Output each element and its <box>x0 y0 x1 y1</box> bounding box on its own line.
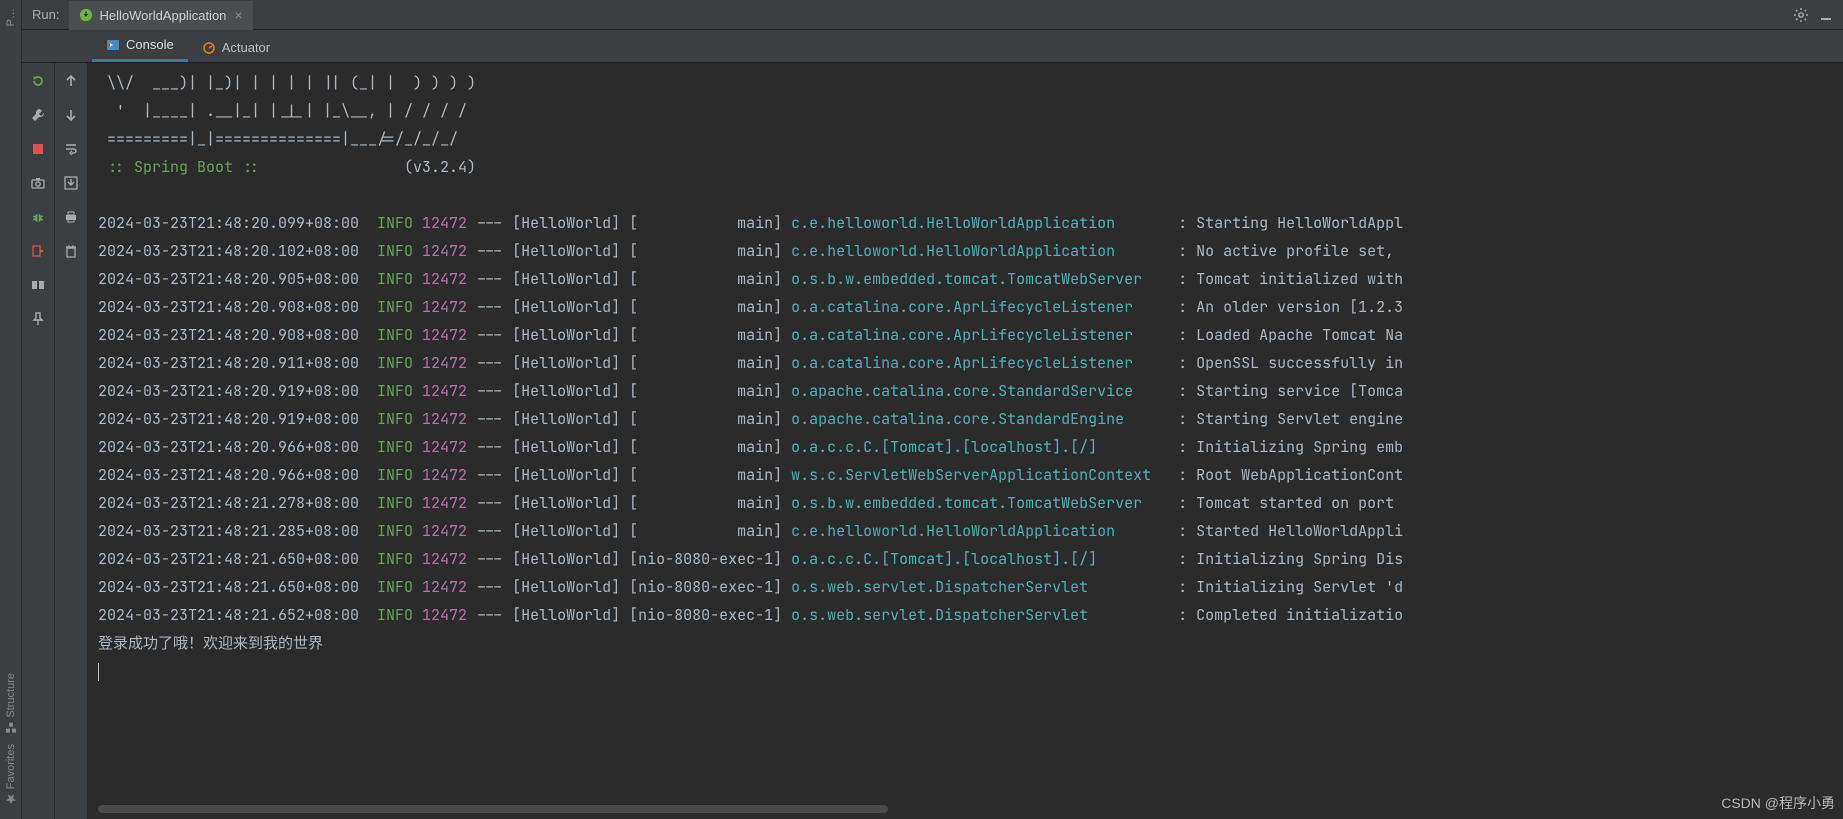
scroll-down-button[interactable] <box>61 105 81 125</box>
watermark: CSDN @程序小勇 <box>1721 793 1835 813</box>
favorites-tool-window-button[interactable]: Favorites <box>5 744 17 805</box>
trash-icon <box>63 243 79 259</box>
rerun-icon <box>30 73 46 89</box>
close-icon[interactable]: × <box>232 7 242 23</box>
pin-button[interactable] <box>28 309 48 329</box>
run-subtab-bar: Console Actuator <box>22 30 1843 63</box>
run-tool-left-column <box>22 63 55 819</box>
camera-icon <box>30 175 46 191</box>
gear-icon <box>1793 7 1809 23</box>
scroll-up-button[interactable] <box>61 71 81 91</box>
spring-boot-icon <box>79 8 93 22</box>
run-config-tab[interactable]: HelloWorldApplication × <box>69 0 252 30</box>
debug-button[interactable] <box>28 207 48 227</box>
structure-icon <box>5 722 17 734</box>
minimize-icon <box>1819 8 1833 22</box>
arrow-up-icon <box>64 74 78 88</box>
layout-icon <box>30 277 46 293</box>
layout-button[interactable] <box>28 275 48 295</box>
soft-wrap-button[interactable] <box>61 139 81 159</box>
bug-icon <box>30 209 46 225</box>
wrench-icon <box>30 107 46 123</box>
console-icon <box>106 38 120 52</box>
console-output[interactable]: \\/ ___)| |_)| | | | | || (_| | ) ) ) ) … <box>88 63 1843 819</box>
tab-console[interactable]: Console <box>92 30 188 62</box>
pin-icon <box>30 311 46 327</box>
screenshot-button[interactable] <box>28 173 48 193</box>
console-tool-column <box>55 63 88 819</box>
actuator-icon <box>202 41 216 55</box>
run-label: Run: <box>32 7 69 22</box>
scroll-to-end-icon <box>63 175 79 191</box>
print-button[interactable] <box>61 207 81 227</box>
exit-icon <box>30 243 46 259</box>
structure-tool-window-button[interactable]: Structure <box>5 673 17 734</box>
stop-icon <box>31 142 45 156</box>
clear-button[interactable] <box>61 241 81 261</box>
run-config-name: HelloWorldApplication <box>99 8 226 23</box>
stop-button[interactable] <box>28 139 48 159</box>
arrow-down-icon <box>64 108 78 122</box>
star-icon <box>5 793 17 805</box>
soft-wrap-icon <box>63 141 79 157</box>
project-tool-window-button[interactable]: P… <box>5 8 17 26</box>
tab-actuator[interactable]: Actuator <box>188 33 284 62</box>
horizontal-scrollbar[interactable] <box>98 805 888 813</box>
scroll-to-end-button[interactable] <box>61 173 81 193</box>
run-tool-header: Run: HelloWorldApplication × <box>22 0 1843 30</box>
build-button[interactable] <box>28 105 48 125</box>
exit-button[interactable] <box>28 241 48 261</box>
rerun-button[interactable] <box>28 71 48 91</box>
print-icon <box>63 209 79 225</box>
settings-button[interactable] <box>1793 7 1809 23</box>
left-tool-stripe: P… Structure Favorites <box>0 0 22 819</box>
minimize-button[interactable] <box>1819 8 1833 22</box>
